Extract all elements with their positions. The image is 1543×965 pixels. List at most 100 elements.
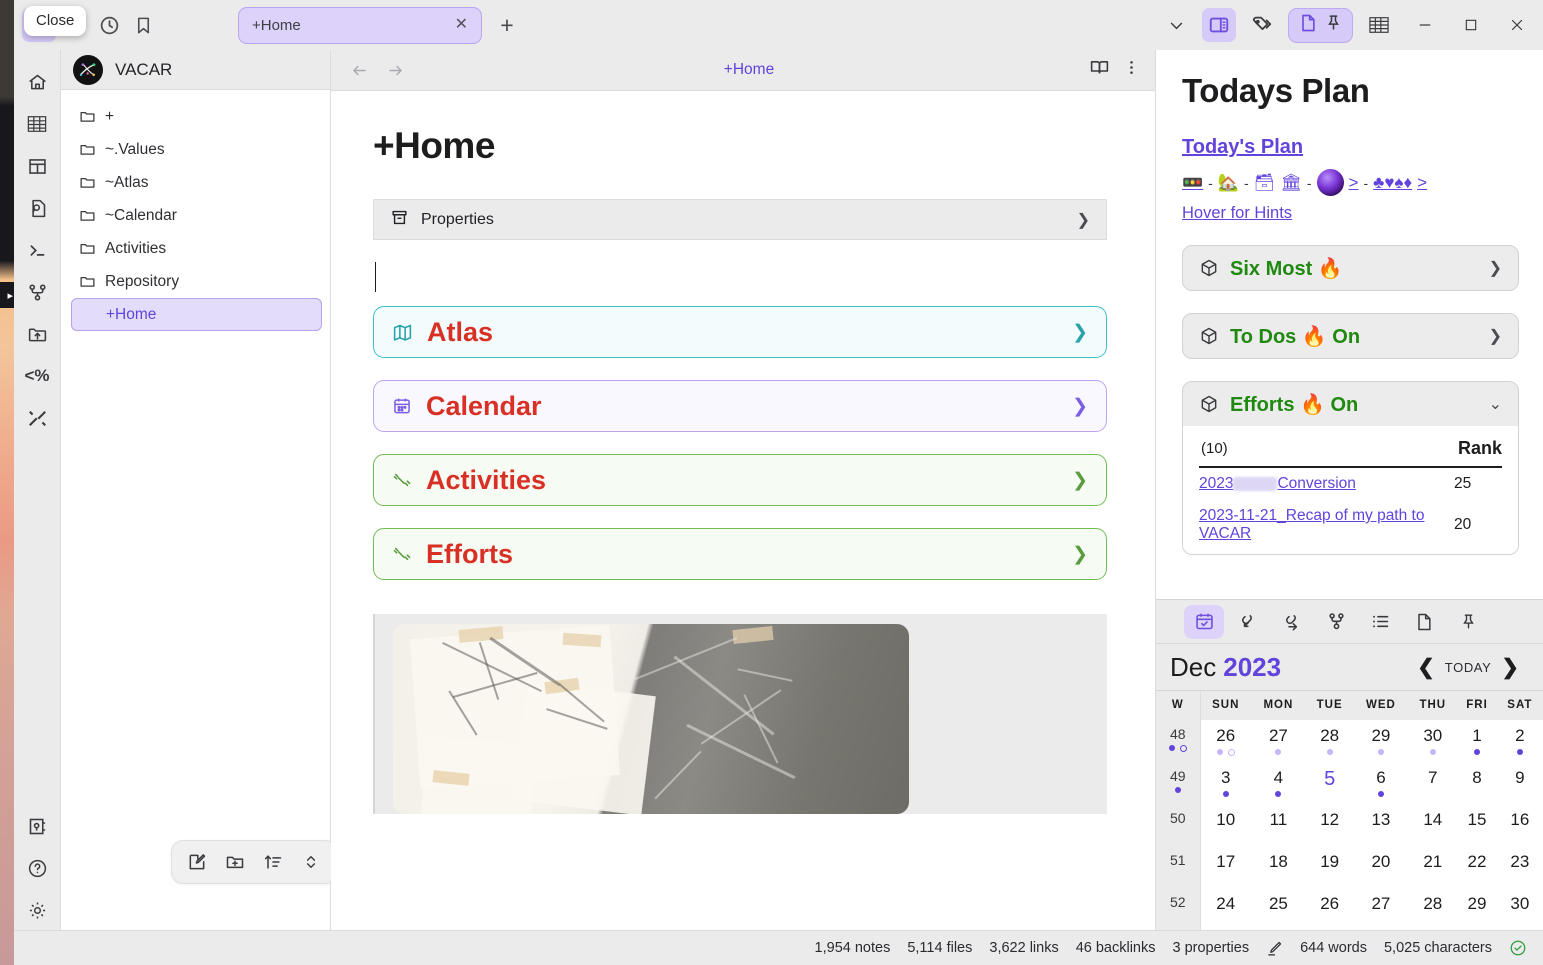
tags-icon[interactable] [1242,7,1282,43]
calendar-day[interactable]: 2 [1497,720,1543,762]
new-tab-button[interactable]: + [492,10,522,40]
chevron-right-icon[interactable]: ❯ [1072,395,1088,418]
window-close-button[interactable] [1497,7,1537,43]
chevron-right-icon[interactable]: ❯ [1489,258,1502,278]
minimize-button[interactable] [1405,7,1445,43]
calendar-day[interactable]: 29 [1354,720,1409,762]
page-icon[interactable] [1404,605,1444,639]
calendar-day[interactable]: 6 [1354,762,1409,804]
calendar-day[interactable]: 7 [1408,762,1457,804]
breadcrumb-caret[interactable]: > [1349,173,1359,193]
home-icon[interactable] [17,62,57,102]
tab-home[interactable]: +Home ✕ [238,6,482,44]
chevron-down-icon[interactable]: ⌄ [1489,394,1502,414]
file-search-icon[interactable] [17,188,57,228]
vault-header[interactable]: VACAR [61,50,330,90]
calendar-day[interactable]: 9 [1497,762,1543,804]
note-embedded-image[interactable] [373,614,1107,814]
calendar-day[interactable]: 12 [1306,804,1354,846]
today-button[interactable]: TODAY [1445,660,1492,675]
todays-plan-link[interactable]: Today's Plan [1182,136,1303,159]
file-row[interactable]: Activities [71,232,322,265]
new-folder-icon[interactable] [218,847,252,877]
view-title[interactable]: +Home [417,61,1081,79]
editor-content[interactable]: +Home Properties ❯ Atlas ❯ Calendar ❯ Ac… [331,91,1155,930]
close-icon[interactable]: ✕ [455,17,468,33]
effort-link[interactable]: 2023-11-21_Recap of my path to VACAR [1199,507,1424,542]
callout-efforts[interactable]: Efforts ❯ [373,528,1107,580]
table-icon[interactable] [1359,7,1399,43]
chevron-right-icon[interactable]: ❯ [1489,326,1502,346]
page-pin-toggle-group[interactable] [1288,7,1353,43]
forward-button[interactable] [381,56,409,84]
table-row[interactable]: 2023-11-21_Recap of my path to VACAR 20 [1199,500,1502,550]
calendar-week-number[interactable]: 49 [1156,761,1201,804]
split-view-icon[interactable] [1202,8,1236,42]
more-vertical-icon[interactable] [1122,58,1141,82]
calendar-day[interactable]: 14 [1408,804,1457,846]
chevron-right-icon[interactable]: ❯ [1072,543,1088,566]
clock-icon[interactable] [92,8,126,42]
bookmark-icon[interactable] [126,8,160,42]
collapse-icon[interactable] [294,847,328,877]
box-header[interactable]: Efforts 🔥 On ⌄ [1183,382,1518,426]
calendar-day[interactable]: 8 [1457,762,1497,804]
hover-for-hints-link[interactable]: Hover for Hints [1182,204,1519,223]
backlink-icon[interactable] [1228,605,1268,639]
file-row-home[interactable]: +Home [71,298,322,331]
calendar-day[interactable]: 22 [1457,846,1497,888]
chevron-down-icon[interactable] [1156,7,1196,43]
back-button[interactable] [345,56,373,84]
callout-activities[interactable]: Activities ❯ [373,454,1107,506]
calendar-day[interactable]: 29 [1457,888,1497,930]
tools-icon[interactable] [17,398,57,438]
calendar-day[interactable]: 3 [1200,762,1251,804]
calendar-day[interactable]: 13 [1354,804,1409,846]
calendar-icon[interactable] [1184,604,1224,639]
box-header[interactable]: Six Most 🔥 ❯ [1183,246,1518,290]
calendar-day[interactable]: 21 [1408,846,1457,888]
calendar-day[interactable]: 30 [1408,720,1457,762]
file-row[interactable]: + [71,100,322,133]
effort-link-cell[interactable]: 2023 Conversion [1199,467,1440,500]
calendar-day[interactable]: 15 [1457,804,1497,846]
layout-icon[interactable] [17,146,57,186]
calendar-day[interactable]: 28 [1408,888,1457,930]
pin-icon[interactable] [1448,605,1488,639]
calendar-day[interactable]: 10 [1200,804,1251,846]
calendar-day[interactable]: 20 [1354,846,1409,888]
calendar-day[interactable]: 28 [1306,720,1354,762]
prev-month-button[interactable]: ❮ [1407,655,1445,680]
chevron-right-icon[interactable]: ❯ [1072,321,1088,344]
house-icon[interactable]: 🏡 [1218,174,1239,191]
template-icon[interactable]: <% [17,356,57,396]
table-icon[interactable] [17,104,57,144]
book-open-icon[interactable] [1089,57,1110,83]
page-icon[interactable] [1298,13,1318,38]
pin-icon[interactable] [1324,13,1343,37]
calendar-day[interactable]: 24 [1200,888,1251,930]
file-row[interactable]: ~Calendar [71,199,322,232]
calendar-day[interactable]: 1 [1457,720,1497,762]
calendar-day[interactable]: 17 [1200,846,1251,888]
file-row[interactable]: ~Atlas [71,166,322,199]
calendar-week-number[interactable]: 48 [1156,719,1201,762]
classical-building-icon[interactable]: 🏛 [1280,174,1302,191]
calendar-day[interactable]: 4 [1251,762,1306,804]
desktop-edge-handle[interactable]: ▸ [0,282,14,308]
calendar-day[interactable]: 5 [1306,762,1354,804]
card-file-box-icon[interactable]: 🗃 [1254,174,1276,191]
orb-icon[interactable] [1316,169,1344,196]
file-row[interactable]: ~.Values [71,133,322,166]
terminal-icon[interactable] [17,230,57,270]
calendar-day[interactable]: 25 [1251,888,1306,930]
chevron-right-icon[interactable]: ❯ [1072,469,1088,492]
calendar-day[interactable]: 23 [1497,846,1543,888]
next-month-button[interactable]: ❯ [1491,655,1529,680]
chevron-right-icon[interactable]: ❯ [1077,210,1090,230]
calendar-day[interactable]: 26 [1306,888,1354,930]
callout-atlas[interactable]: Atlas ❯ [373,306,1107,358]
sort-icon[interactable] [256,847,290,877]
maximize-button[interactable] [1451,7,1491,43]
new-note-icon[interactable] [180,847,214,877]
